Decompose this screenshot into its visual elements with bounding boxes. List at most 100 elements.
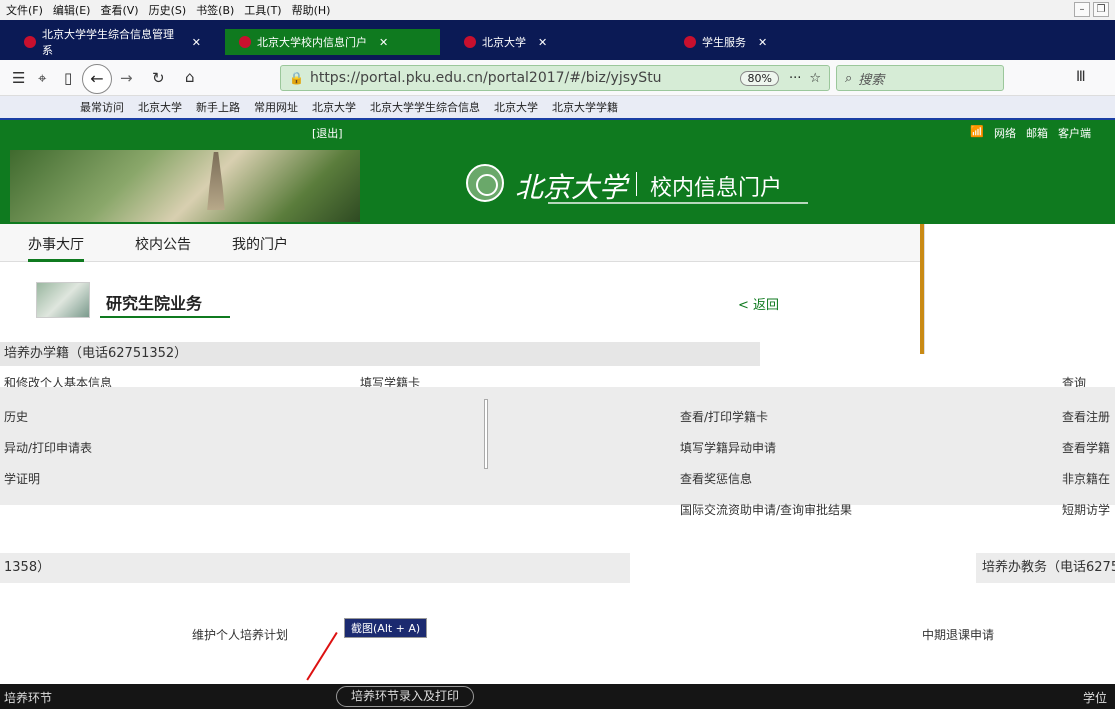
group-header-registry: 培养办学籍（电话62751352） [0, 342, 760, 366]
link-short-visit[interactable]: 短期访学 [1062, 501, 1110, 518]
portal-banner: 北京大学 校内信息门户 [0, 144, 1115, 224]
group-header-teaching-left: 1358） [0, 553, 630, 583]
tab-label: 学生服务 [702, 36, 746, 49]
top-links: 📶 网络 邮箱 客户端 [970, 125, 1091, 141]
link-non-beijing[interactable]: 非京籍在 [1062, 470, 1110, 487]
tab-pku[interactable]: 北京大学 ✕ [450, 29, 660, 55]
logo-english-line [548, 202, 808, 210]
tab-student-service[interactable]: 学生服务 ✕ [670, 29, 880, 55]
browser-tab-strip: 北京大学学生综合信息管理系 ✕ 北京大学校内信息门户 ✕ 北京大学 ✕ 学生服务… [0, 20, 1115, 60]
reader-icon[interactable]: ▯ [64, 69, 72, 87]
bookmark-item[interactable]: 新手上路 [196, 99, 240, 115]
pku-favicon-icon [684, 36, 696, 48]
browser-navbar: ☰ ⌖ ▯ ← → ↻ ⌂ 🔒 https://portal.pku.edu.c… [0, 60, 1115, 96]
section-title: 研究生院业务 [106, 294, 203, 313]
link-training-plan[interactable]: 维护个人培养计划 [192, 626, 288, 643]
restore-icon[interactable]: ❐ [1093, 2, 1109, 17]
link-rewards-info[interactable]: 查看奖惩信息 [680, 470, 752, 487]
link-view-registration[interactable]: 查看注册 [1062, 408, 1110, 425]
campus-photo [10, 150, 360, 222]
tab-announcements[interactable]: 校内公告 [135, 234, 191, 254]
section-underline [100, 316, 230, 318]
url-text[interactable]: https://portal.pku.edu.cn/portal2017/#/b… [310, 70, 741, 86]
tab-label: 北京大学 [482, 36, 526, 49]
bookmark-item[interactable]: 北京大学学籍 [552, 99, 618, 115]
link-print-registry-card[interactable]: 查看/打印学籍卡 [680, 408, 768, 425]
lock-icon: 🔒 [289, 71, 304, 85]
tab-portal[interactable]: 北京大学校内信息门户 ✕ [225, 29, 440, 55]
logo-separator [636, 172, 637, 196]
menu-edit[interactable]: 编辑(E) [53, 2, 91, 18]
close-icon[interactable]: ✕ [758, 36, 767, 49]
bookmark-item[interactable]: 北京大学学生综合信息 [370, 99, 480, 115]
link-training-stage-entry[interactable]: 培养环节录入及打印 [336, 686, 475, 707]
bookmark-item[interactable]: 常用网址 [254, 99, 298, 115]
pku-favicon-icon [24, 36, 36, 48]
menu-view[interactable]: 查看(V) [100, 2, 138, 18]
link-history[interactable]: 历史 [4, 408, 28, 425]
menu-history[interactable]: 历史(S) [149, 2, 187, 18]
window-controls: – ❐ [1074, 2, 1109, 17]
hamburger-icon[interactable]: ☰ [12, 69, 25, 87]
pku-favicon-icon [239, 36, 251, 48]
pku-logo-text: 北京大学 [515, 171, 628, 204]
url-bar[interactable]: 🔒 https://portal.pku.edu.cn/portal2017/#… [280, 65, 830, 91]
screenshot-tooltip: 截图(Alt + A) [344, 618, 428, 638]
back-button[interactable]: ← [82, 64, 112, 94]
side-panel [924, 224, 1115, 354]
tab-my-portal[interactable]: 我的门户 [232, 234, 288, 254]
page-actions-button[interactable]: ··· [789, 71, 801, 86]
bookmark-item[interactable]: 北京大学 [138, 99, 182, 115]
link-degree[interactable]: 学位 [1083, 689, 1107, 706]
star-icon[interactable]: ☆ [809, 71, 821, 86]
forward-button[interactable]: → [120, 69, 133, 87]
network-link[interactable]: 网络 [994, 125, 1016, 141]
group-header-teaching: 培养办教务（电话6275 [976, 553, 1115, 583]
link-training-stage[interactable]: 培养环节 [4, 689, 52, 706]
signal-icon: 📶 [970, 125, 984, 138]
tab-label: 北京大学学生综合信息管理系 [42, 28, 174, 57]
pku-seal-icon [466, 164, 504, 202]
tab-student-system[interactable]: 北京大学学生综合信息管理系 ✕ [10, 28, 215, 57]
client-link[interactable]: 客户端 [1058, 125, 1091, 141]
pin-icon[interactable]: ⌖ [38, 69, 46, 87]
link-study-certificate[interactable]: 学证明 [4, 470, 40, 487]
link-registry-change-apply[interactable]: 填写学籍异动申请 [680, 439, 776, 456]
close-icon[interactable]: ✕ [538, 36, 547, 49]
panel-divider [484, 399, 488, 469]
logout-link[interactable]: [退出] [312, 125, 343, 141]
tab-service-hall[interactable]: 办事大厅 [28, 234, 84, 262]
search-bar[interactable]: ⌕ 搜索 [836, 65, 1004, 91]
menu-bookmarks[interactable]: 书签(B) [196, 2, 234, 18]
training-links-row: 培养环节 培养环节录入及打印 学位 [0, 684, 1115, 709]
portal-nav: 办事大厅 校内公告 我的门户 [0, 224, 920, 262]
library-icon[interactable]: Ⅲ [1076, 69, 1086, 85]
close-icon[interactable]: ✕ [379, 36, 388, 49]
search-icon: ⌕ [845, 70, 853, 86]
registry-links-panel [0, 387, 1115, 505]
bookmarks-toolbar: 最常访问 北京大学 新手上路 常用网址 北京大学 北京大学学生综合信息 北京大学… [0, 96, 1115, 120]
link-view-registry[interactable]: 查看学籍 [1062, 439, 1110, 456]
pku-favicon-icon [464, 36, 476, 48]
link-intl-funding[interactable]: 国际交流资助申请/查询审批结果 [680, 501, 852, 518]
browser-menubar: 文件(F) 编辑(E) 查看(V) 历史(S) 书签(B) 工具(T) 帮助(H… [0, 0, 1115, 20]
section-header: 研究生院业务 [36, 282, 236, 318]
reload-button[interactable]: ↻ [152, 69, 165, 87]
close-icon[interactable]: ✕ [192, 36, 201, 49]
home-button[interactable]: ⌂ [185, 68, 195, 86]
tab-label: 北京大学校内信息门户 [257, 36, 367, 49]
portal-topbar: [退出] 📶 网络 邮箱 客户端 [0, 120, 1115, 144]
zoom-badge[interactable]: 80% [740, 70, 779, 86]
menu-help[interactable]: 帮助(H) [292, 2, 331, 18]
bookmark-item[interactable]: 北京大学 [494, 99, 538, 115]
menu-file[interactable]: 文件(F) [6, 2, 43, 18]
link-midterm-drop[interactable]: 中期退课申请 [922, 626, 994, 643]
back-link[interactable]: < 返回 [738, 294, 779, 313]
menu-tools[interactable]: 工具(T) [244, 2, 281, 18]
minimize-icon[interactable]: – [1074, 2, 1090, 17]
mail-link[interactable]: 邮箱 [1026, 125, 1048, 141]
bookmark-item[interactable]: 最常访问 [80, 99, 124, 115]
bookmark-item[interactable]: 北京大学 [312, 99, 356, 115]
link-change-print-form[interactable]: 异动/打印申请表 [4, 439, 92, 456]
portal-subtitle: 校内信息门户 [650, 176, 783, 201]
